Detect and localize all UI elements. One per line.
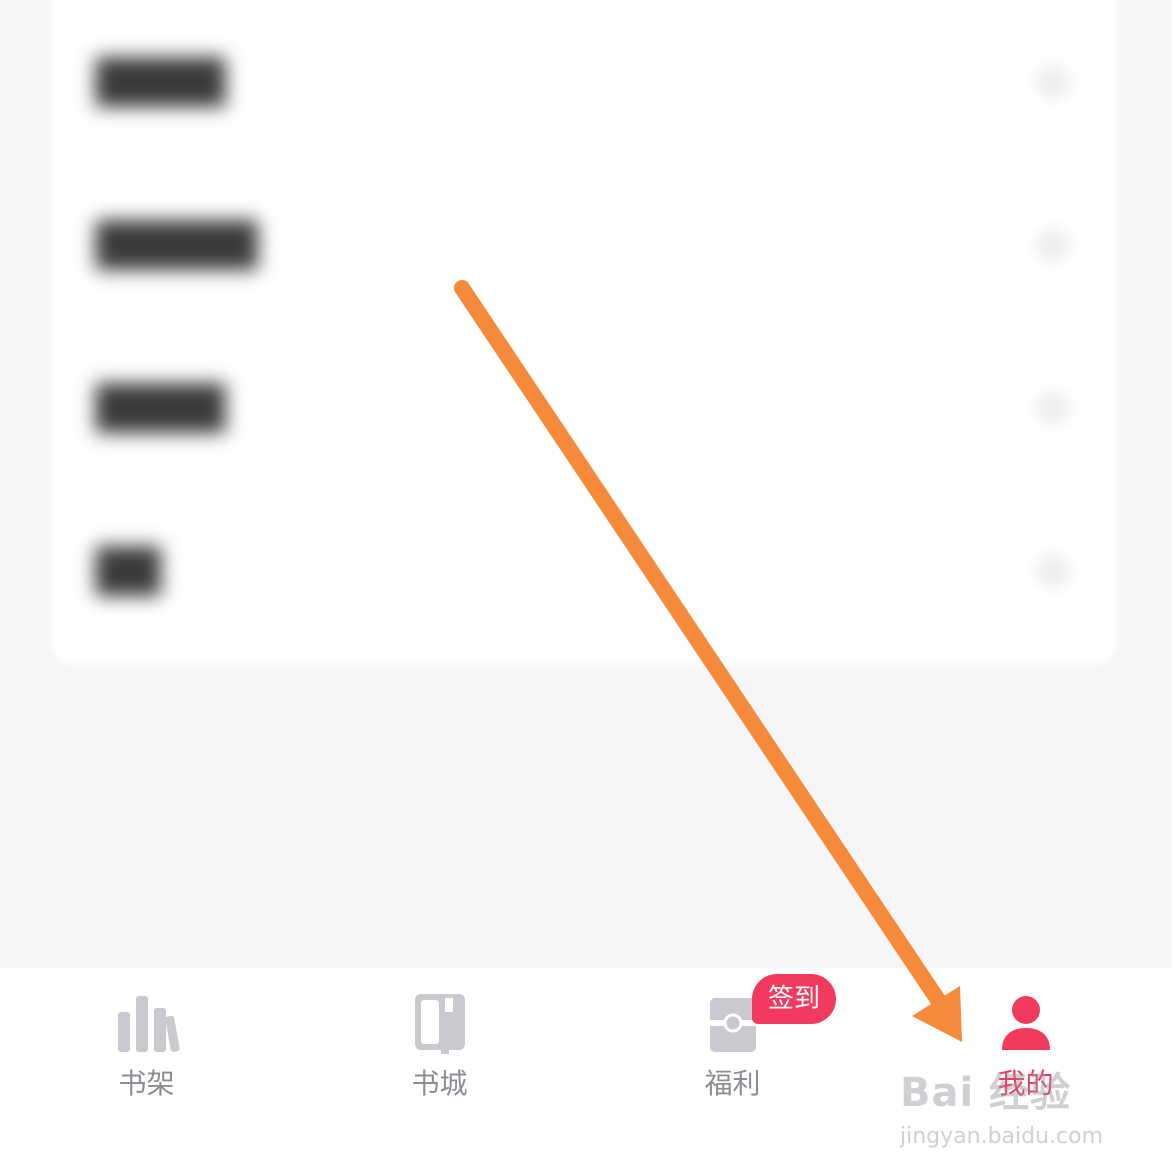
bookstore-icon bbox=[414, 994, 465, 1054]
tab-label: 福利 bbox=[704, 1067, 761, 1100]
bottom-tab-bar: 书架 书城 福利 我的 bbox=[0, 968, 1172, 1172]
tab-label: 我的 bbox=[997, 1067, 1054, 1100]
tab-label: 书架 bbox=[118, 1067, 175, 1100]
chevron-right-icon bbox=[1036, 64, 1070, 99]
chevron-right-icon bbox=[1036, 227, 1070, 262]
tab-profile[interactable]: 我的 bbox=[879, 968, 1172, 1172]
menu-item-label: ██ bbox=[96, 546, 161, 595]
tab-bookstore[interactable]: 书城 bbox=[293, 968, 586, 1172]
tab-bookshelf[interactable]: 书架 bbox=[0, 968, 293, 1172]
menu-item-label: ████ bbox=[96, 383, 226, 432]
sign-in-badge[interactable]: 签到 bbox=[752, 974, 837, 1024]
menu-item[interactable]: █████ bbox=[50, 163, 1118, 326]
bookshelf-icon bbox=[117, 996, 180, 1052]
chevron-right-icon bbox=[1036, 390, 1070, 425]
menu-item[interactable]: ████ bbox=[50, 326, 1118, 489]
settings-card: ████ █████ ████ ██ bbox=[50, 0, 1118, 665]
profile-icon bbox=[1001, 996, 1050, 1050]
screen: ████ █████ ████ ██ 书架 书城 福利 我的 签到 Bai 经验… bbox=[0, 0, 1172, 1172]
menu-item-label: █████ bbox=[96, 220, 258, 269]
chevron-right-icon bbox=[1036, 553, 1070, 588]
tab-label: 书城 bbox=[411, 1067, 468, 1100]
menu-item[interactable]: ██ bbox=[50, 489, 1118, 652]
menu-item[interactable]: ████ bbox=[50, 0, 1118, 163]
menu-item-label: ████ bbox=[96, 57, 226, 106]
